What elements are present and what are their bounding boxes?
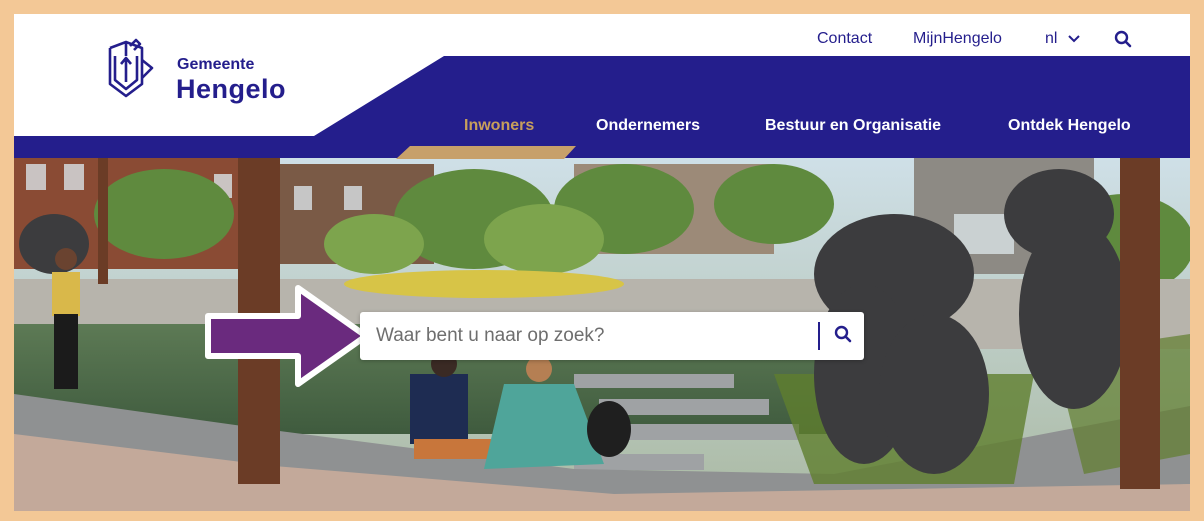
chevron-down-icon (1068, 30, 1080, 48)
mijnhengelo-link[interactable]: MijnHengelo (913, 30, 1002, 48)
nav-item-ontdek-hengelo[interactable]: Ontdek Hengelo (1008, 117, 1131, 135)
search-divider (818, 322, 820, 350)
search-input[interactable] (360, 312, 800, 360)
hero-search-box (360, 312, 864, 360)
logo-text-hengelo[interactable]: Hengelo (176, 74, 286, 105)
nav-item-inwoners[interactable]: Inwoners (464, 117, 534, 135)
active-nav-indicator (396, 146, 576, 159)
search-icon (1114, 30, 1132, 52)
header-search-button[interactable] (1114, 30, 1132, 53)
nav-item-ondernemers[interactable]: Ondernemers (596, 117, 700, 135)
contact-link[interactable]: Contact (817, 30, 872, 48)
logo-text-gemeente[interactable]: Gemeente (177, 56, 254, 74)
language-value: nl (1045, 30, 1058, 47)
search-submit-button[interactable] (822, 312, 864, 360)
nav-item-bestuur-en-organisatie[interactable]: Bestuur en Organisatie (765, 117, 941, 135)
language-selector[interactable]: nl (1045, 30, 1080, 48)
page-frame: Gemeente Hengelo Contact MijnHengelo nl … (14, 14, 1190, 511)
arrow-pointing-to-search (205, 285, 369, 387)
search-icon (834, 325, 852, 348)
